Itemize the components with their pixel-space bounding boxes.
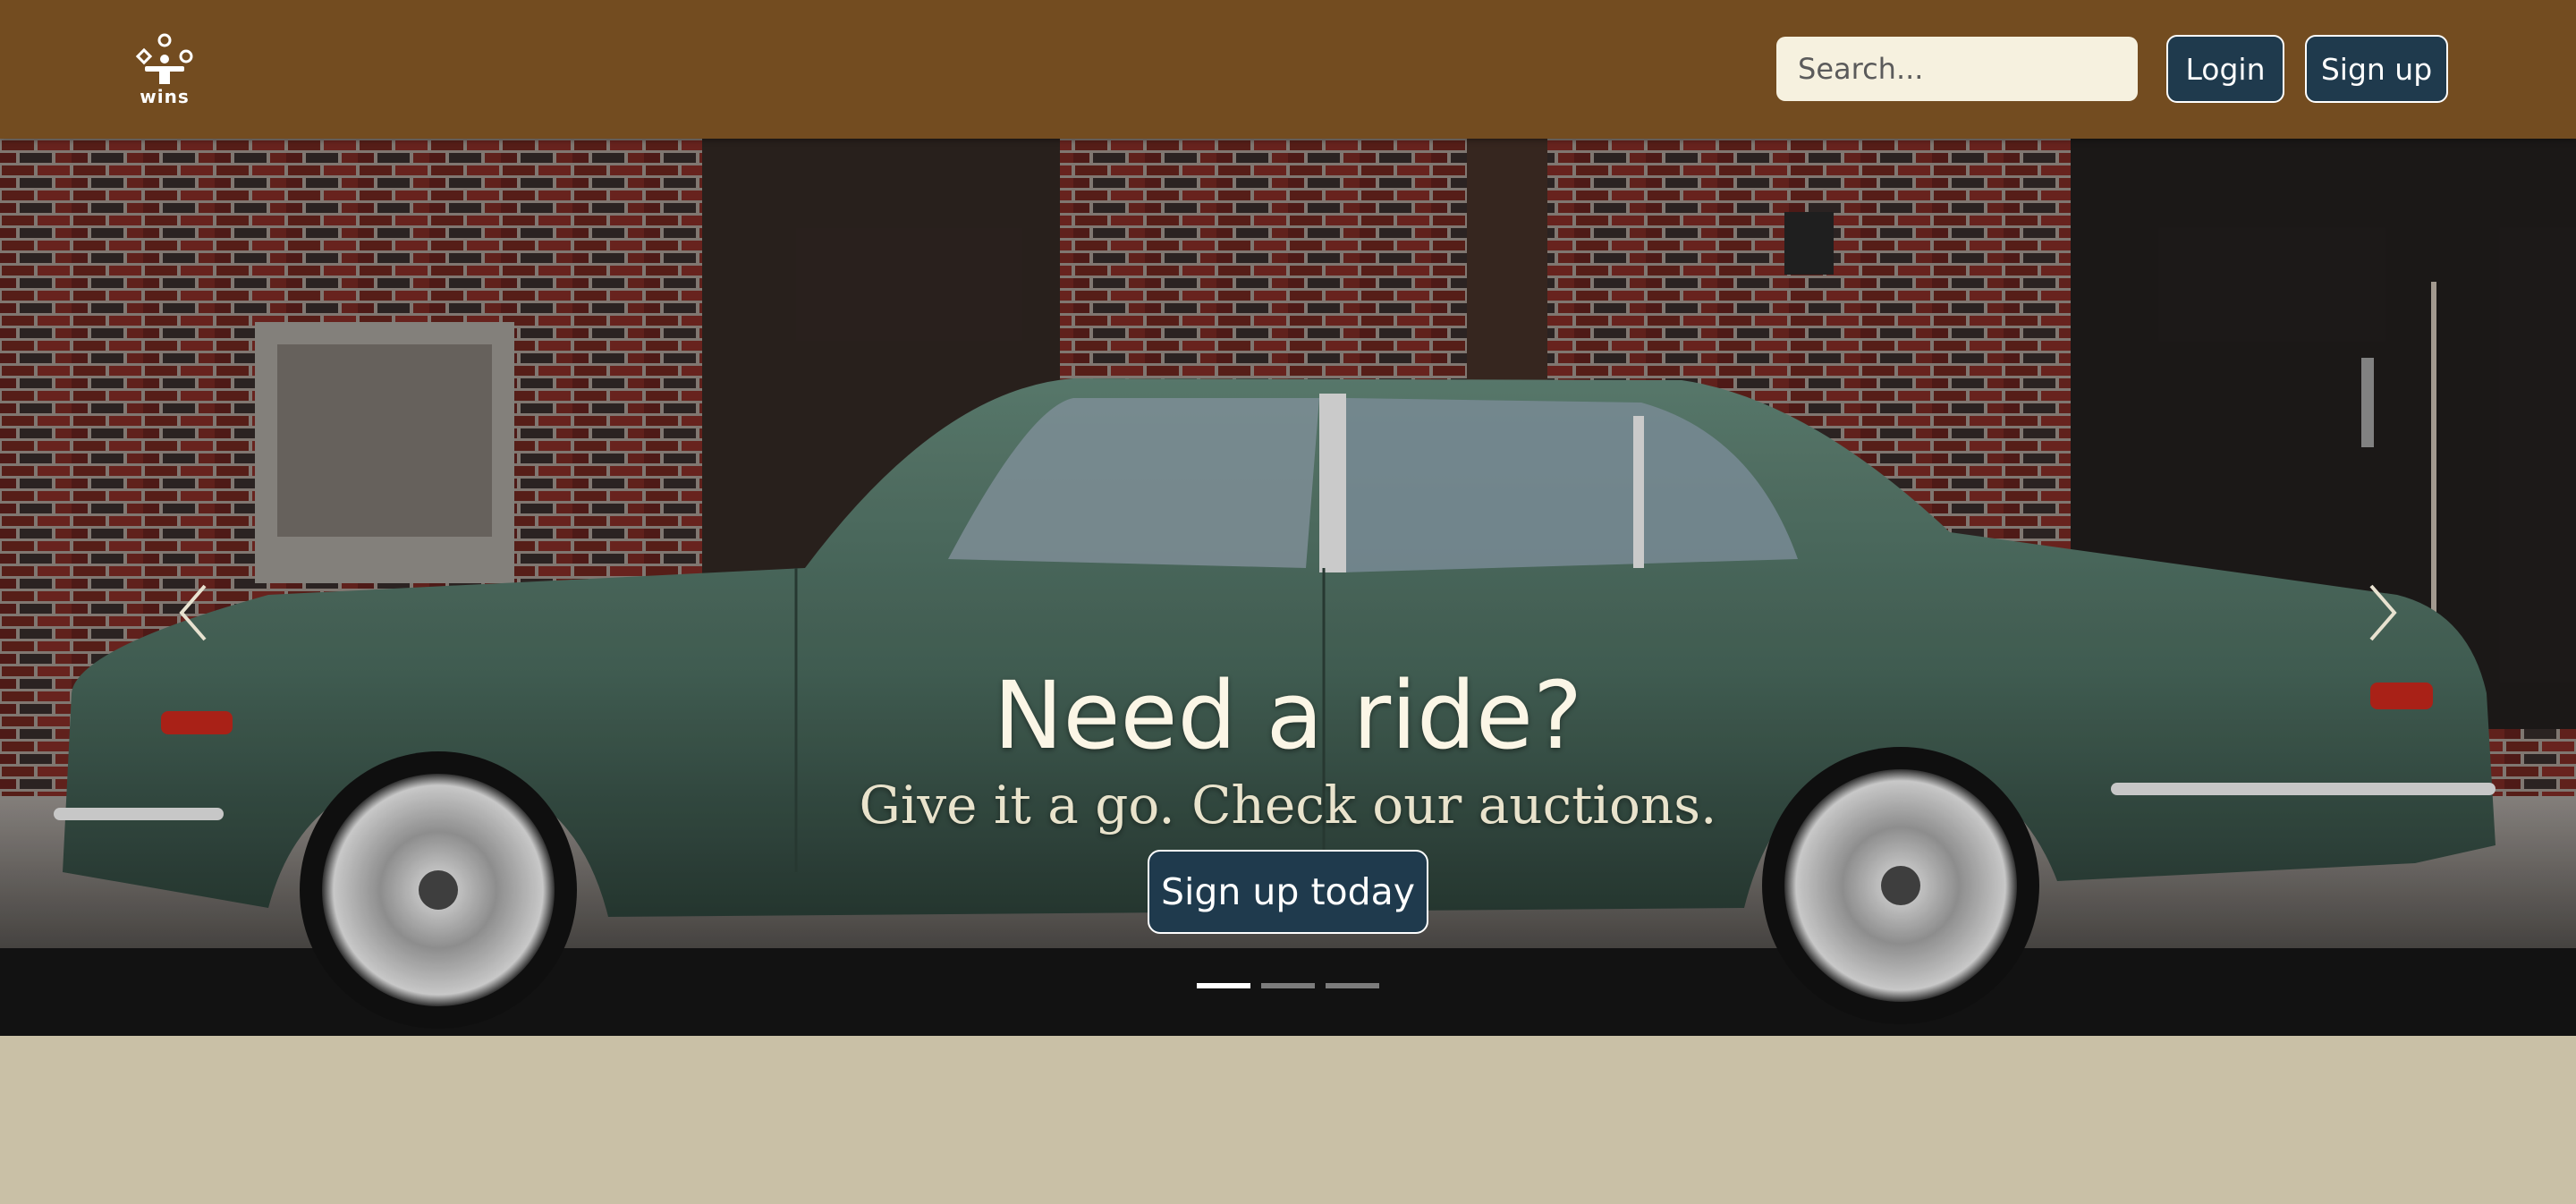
carousel-next-button[interactable] (2357, 559, 2411, 666)
signup-button[interactable]: Sign up (2305, 35, 2448, 103)
carousel-prev-button[interactable] (165, 559, 219, 666)
prev-arrow-icon (179, 584, 207, 641)
hero-headline: Need a ride? (993, 661, 1583, 770)
hero-caption: Need a ride? Give it a go. Check our auc… (0, 662, 2576, 841)
carousel-indicator-2[interactable] (1261, 983, 1315, 988)
hero-subheadline: Give it a go. Check our auctions. (859, 775, 1717, 835)
hero-carousel: Need a ride? Give it a go. Check our auc… (0, 139, 2576, 1036)
search-input[interactable] (1776, 37, 2138, 101)
hero-signup-cta-button[interactable]: Sign up today (1148, 850, 1428, 934)
logo[interactable]: wins (132, 32, 197, 107)
carousel-indicator-1[interactable] (1197, 983, 1250, 988)
carousel-indicator-3[interactable] (1326, 983, 1379, 988)
logo-icon (135, 33, 193, 84)
carousel-indicators (1197, 983, 1379, 990)
logo-text: wins (140, 86, 190, 107)
login-button[interactable]: Login (2166, 35, 2284, 103)
navbar: wins Login Sign up (0, 0, 2576, 139)
next-arrow-icon (2369, 584, 2397, 641)
